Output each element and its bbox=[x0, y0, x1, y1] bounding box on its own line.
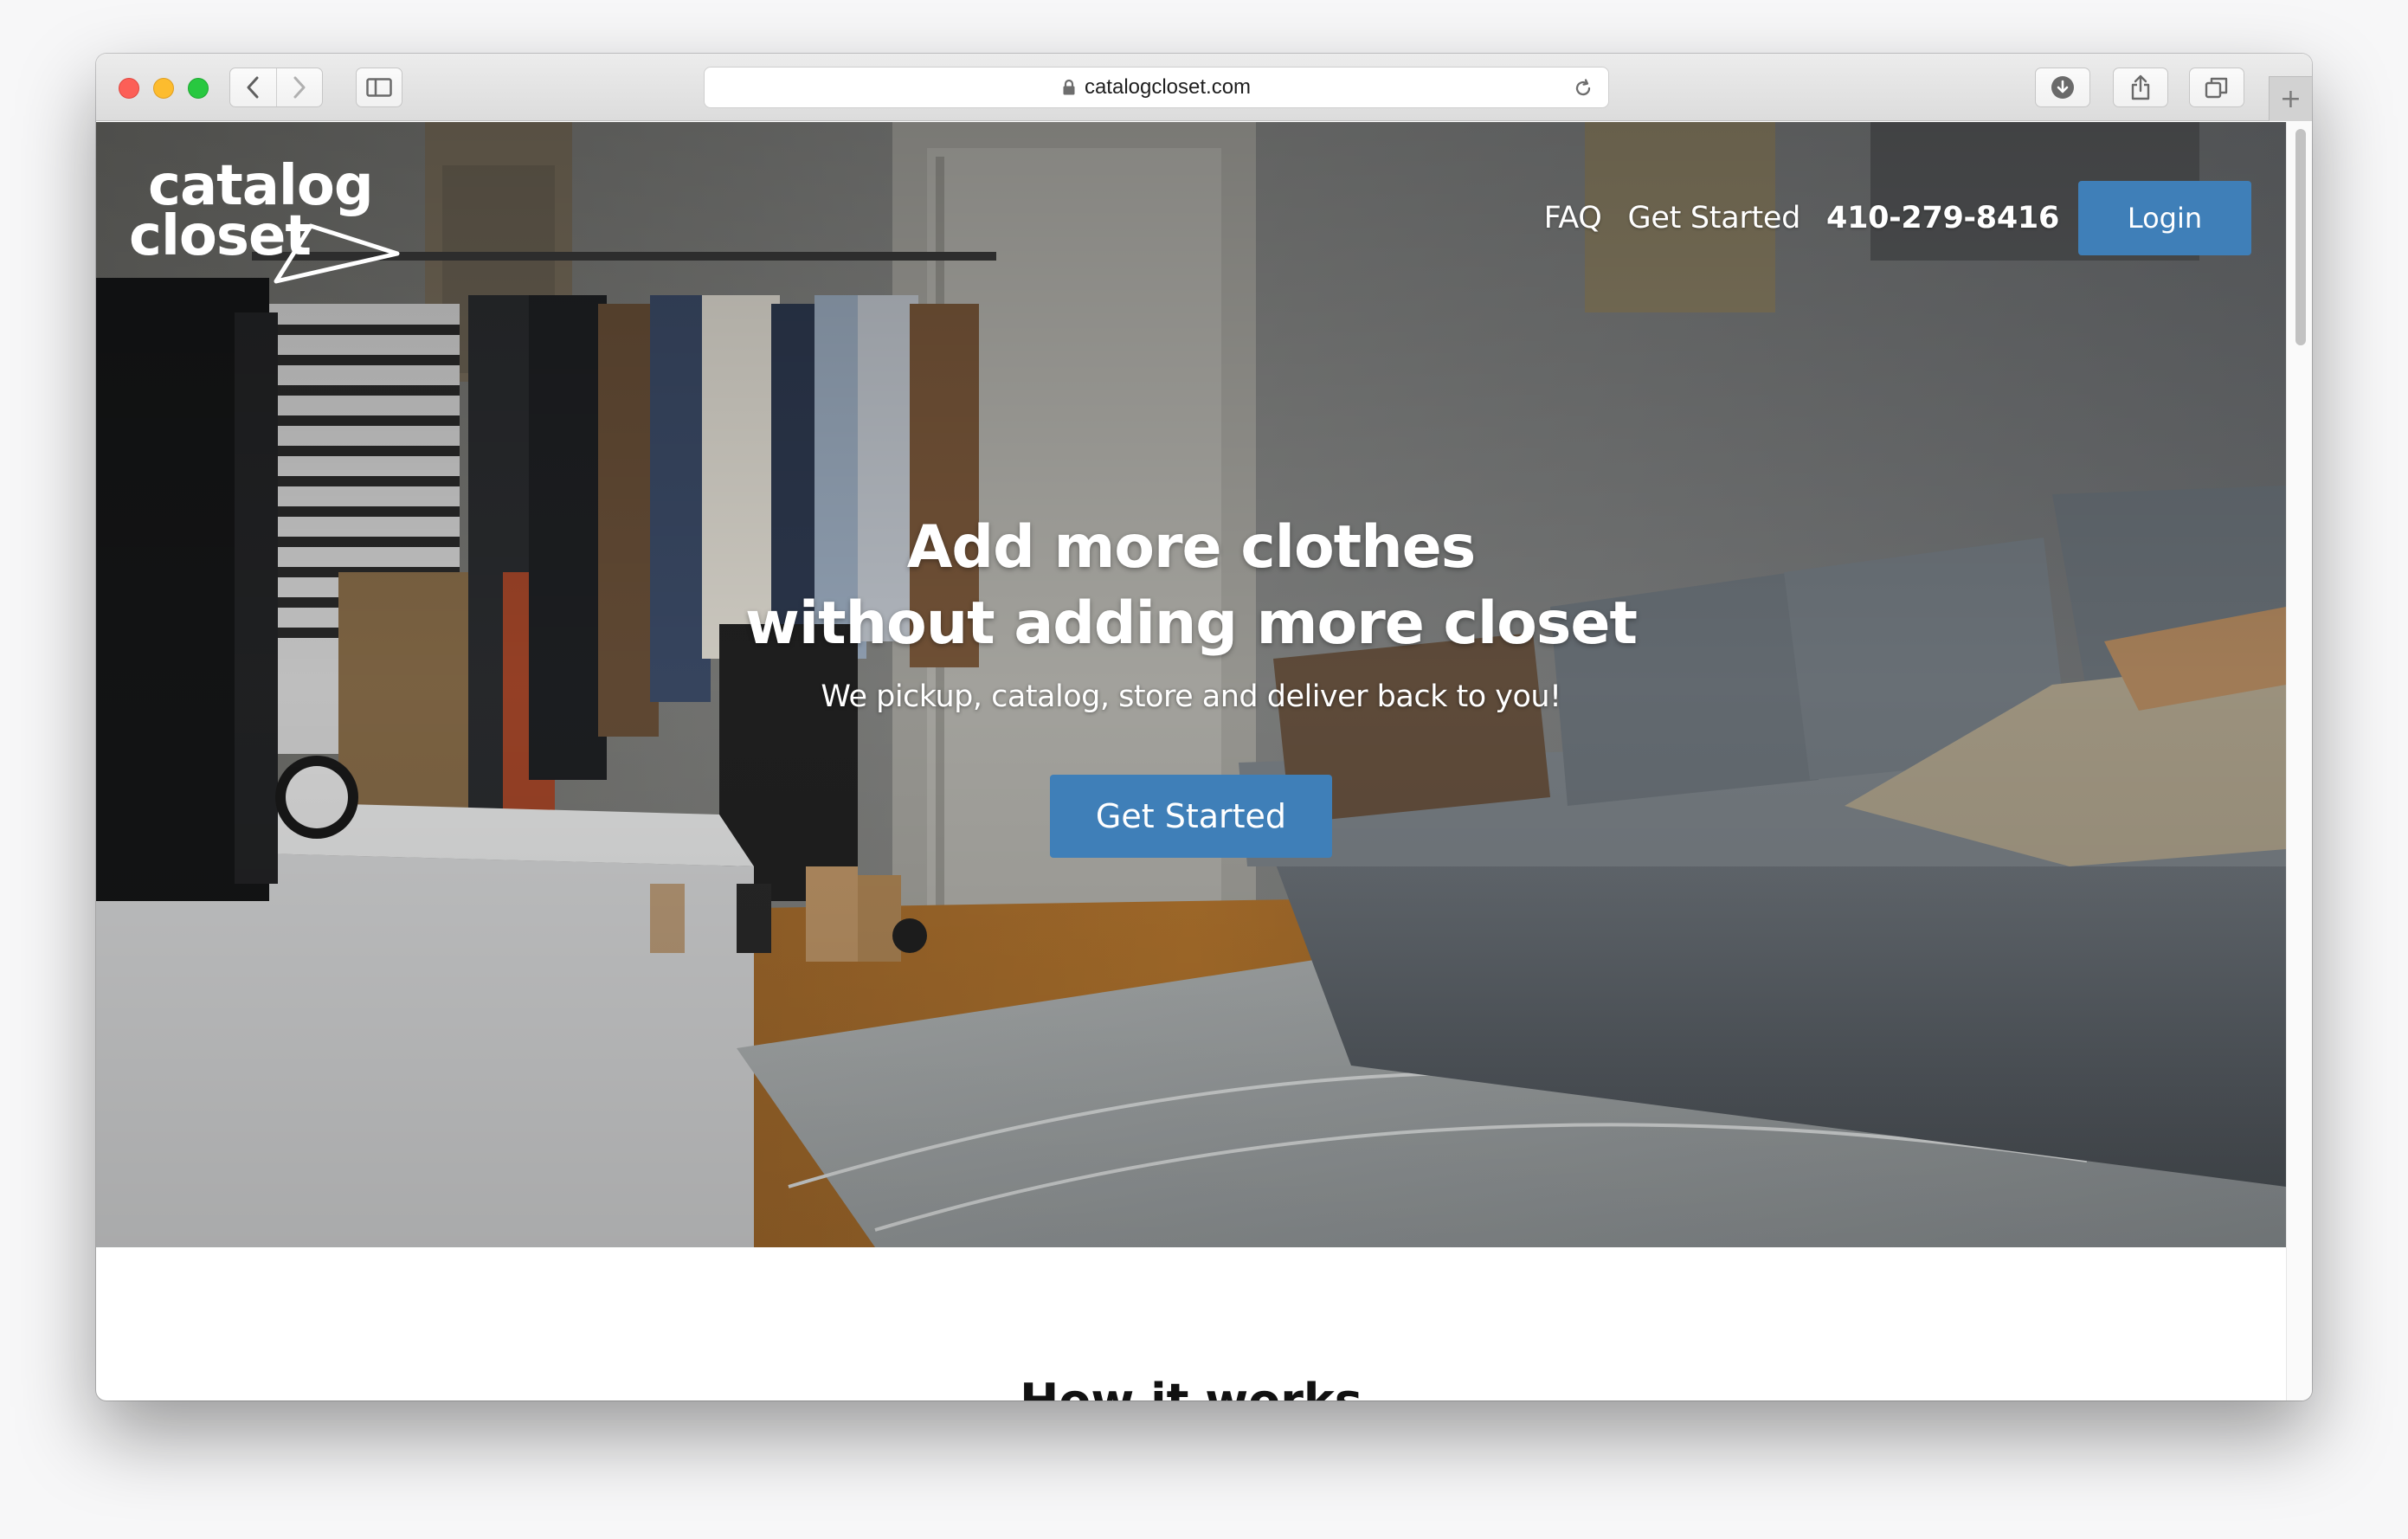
nav-phone-link[interactable]: 410-279-8416 bbox=[1826, 201, 2059, 235]
lock-icon bbox=[1062, 79, 1076, 96]
reload-icon bbox=[1575, 79, 1591, 96]
page-viewport: catalog closet FAQ Get Started 410-279-8… bbox=[96, 122, 2312, 1401]
address-bar[interactable]: catalogcloset.com bbox=[704, 67, 1609, 108]
nav-get-started-link[interactable]: Get Started bbox=[1628, 201, 1801, 235]
hero-title-line1: Add more clothes bbox=[906, 513, 1476, 582]
close-window-button[interactable] bbox=[119, 78, 139, 99]
download-icon bbox=[2051, 76, 2074, 99]
forward-button[interactable] bbox=[275, 68, 322, 106]
hero-title-line2: without adding more closet bbox=[745, 589, 1638, 658]
sidebar-icon bbox=[366, 78, 392, 97]
nav-faq-link[interactable]: FAQ bbox=[1544, 201, 1602, 235]
hanger-icon bbox=[274, 223, 400, 284]
share-button[interactable] bbox=[2113, 68, 2168, 107]
history-navigation bbox=[229, 68, 323, 107]
hero-get-started-button[interactable]: Get Started bbox=[1050, 775, 1332, 858]
main-nav: FAQ Get Started 410-279-8416 Login bbox=[1518, 181, 2251, 255]
chevron-left-icon bbox=[247, 76, 259, 99]
hero-subtitle: We pickup, catalog, store and deliver ba… bbox=[821, 679, 1561, 714]
chevron-right-icon bbox=[293, 76, 306, 99]
hero-section: catalog closet FAQ Get Started 410-279-8… bbox=[96, 122, 2286, 1247]
url-text: catalogcloset.com bbox=[1084, 75, 1252, 99]
sidebar-toggle-button[interactable] bbox=[356, 68, 402, 107]
minimize-window-button[interactable] bbox=[153, 78, 174, 99]
downloads-button[interactable] bbox=[2035, 68, 2090, 107]
tabs-icon bbox=[2205, 77, 2228, 99]
tab-overview-button[interactable] bbox=[2189, 68, 2244, 107]
hero-title: Add more clothes without adding more clo… bbox=[96, 510, 2286, 662]
page-scrollbar[interactable] bbox=[2286, 122, 2312, 1401]
share-icon bbox=[2131, 74, 2150, 100]
scrollbar-thumb[interactable] bbox=[2295, 129, 2306, 345]
how-it-works-heading: How it works bbox=[96, 1375, 2286, 1401]
browser-window: catalogcloset.com + catalog closet FAQ G… bbox=[96, 54, 2312, 1401]
zoom-window-button[interactable] bbox=[188, 78, 209, 99]
site-logo[interactable]: catalog closet bbox=[129, 158, 406, 297]
plus-icon: + bbox=[2279, 84, 2302, 114]
reload-button[interactable] bbox=[1572, 77, 1594, 100]
browser-toolbar: catalogcloset.com + bbox=[96, 54, 2312, 121]
back-button[interactable] bbox=[230, 68, 276, 106]
login-button[interactable]: Login bbox=[2078, 181, 2251, 255]
new-tab-button[interactable]: + bbox=[2269, 76, 2312, 121]
